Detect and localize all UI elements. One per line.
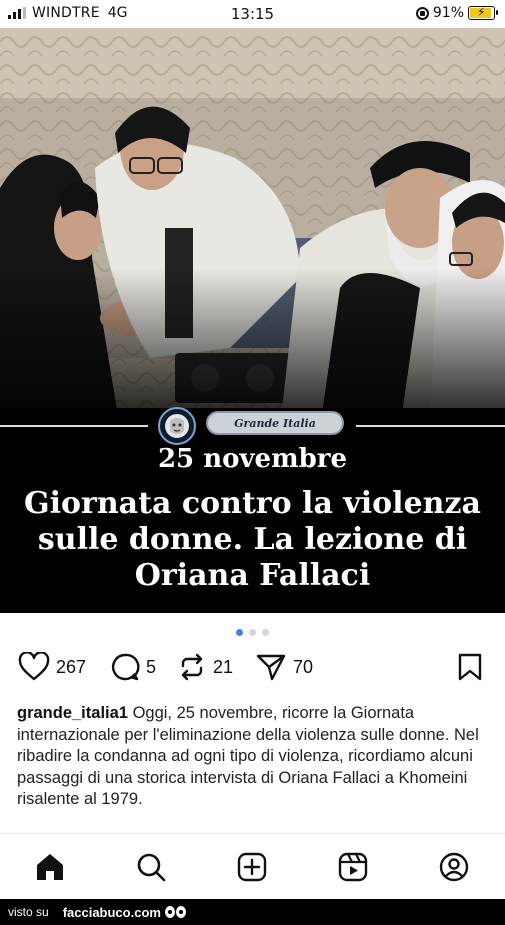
lion-logo-icon (158, 407, 196, 445)
profile-icon (439, 852, 469, 882)
create-icon (237, 852, 267, 882)
comment-icon (111, 653, 140, 681)
battery-icon: ⚡ (468, 5, 498, 20)
repost-count: 21 (213, 656, 234, 677)
bottom-nav (0, 833, 505, 899)
brand-pill: Grande Italia (206, 411, 344, 435)
post-headline: Giornata contro la violenza sulle donne.… (0, 486, 505, 594)
comment-count: 5 (146, 656, 157, 677)
nav-reels[interactable] (336, 850, 370, 884)
save-button[interactable] (456, 652, 484, 682)
watermark-site[interactable]: facciabuco.com (63, 905, 161, 920)
carousel-dot (236, 629, 243, 636)
carousel-dot (249, 629, 256, 636)
eyes-logo-icon (164, 906, 186, 918)
divider-line-right (356, 425, 505, 427)
post-date-line: 25 novembre (157, 444, 348, 474)
watermark-bar: visto su facciabuco.com (0, 899, 505, 925)
nav-profile[interactable] (437, 850, 471, 884)
watermark-prefix: visto su (8, 905, 49, 919)
carousel-dot (262, 629, 269, 636)
send-icon (256, 654, 286, 681)
comment-button[interactable]: 5 (110, 652, 156, 682)
reels-icon (338, 852, 368, 882)
nav-search[interactable] (134, 850, 168, 884)
search-icon (137, 853, 166, 882)
repost-icon (181, 653, 203, 681)
repost-button[interactable]: 21 (177, 652, 233, 682)
headline-line: Giornata contro la violenza (24, 486, 481, 521)
nav-home[interactable] (33, 850, 67, 884)
bookmark-icon (458, 653, 482, 681)
like-count: 267 (56, 656, 87, 677)
headline-line: Oriana Fallaci (134, 558, 371, 593)
heart-icon (18, 652, 50, 681)
share-count: 70 (293, 656, 314, 677)
share-button[interactable]: 70 (255, 652, 313, 682)
orientation-lock-icon (415, 6, 429, 20)
like-button[interactable]: 267 (18, 652, 86, 682)
carousel-indicator (0, 629, 505, 636)
battery-percent: 91% (432, 5, 464, 21)
status-right: 91% ⚡ (415, 5, 498, 21)
post-actions: 267 5 21 70 (0, 652, 505, 688)
headline-line: sulle donne. La lezione di (37, 522, 468, 557)
nav-create[interactable] (235, 850, 269, 884)
post-image[interactable]: Grande Italia 25 novembre Giornata contr… (0, 28, 505, 613)
post-caption: grande_italia1 Oggi, 25 novembre, ricorr… (17, 703, 487, 811)
divider-line-left (0, 425, 148, 427)
caption-username[interactable]: grande_italia1 (17, 704, 128, 722)
status-bar: WINDTRE 4G 13:15 91% ⚡ (0, 0, 505, 28)
post-photo (0, 28, 505, 428)
home-icon (37, 854, 63, 880)
